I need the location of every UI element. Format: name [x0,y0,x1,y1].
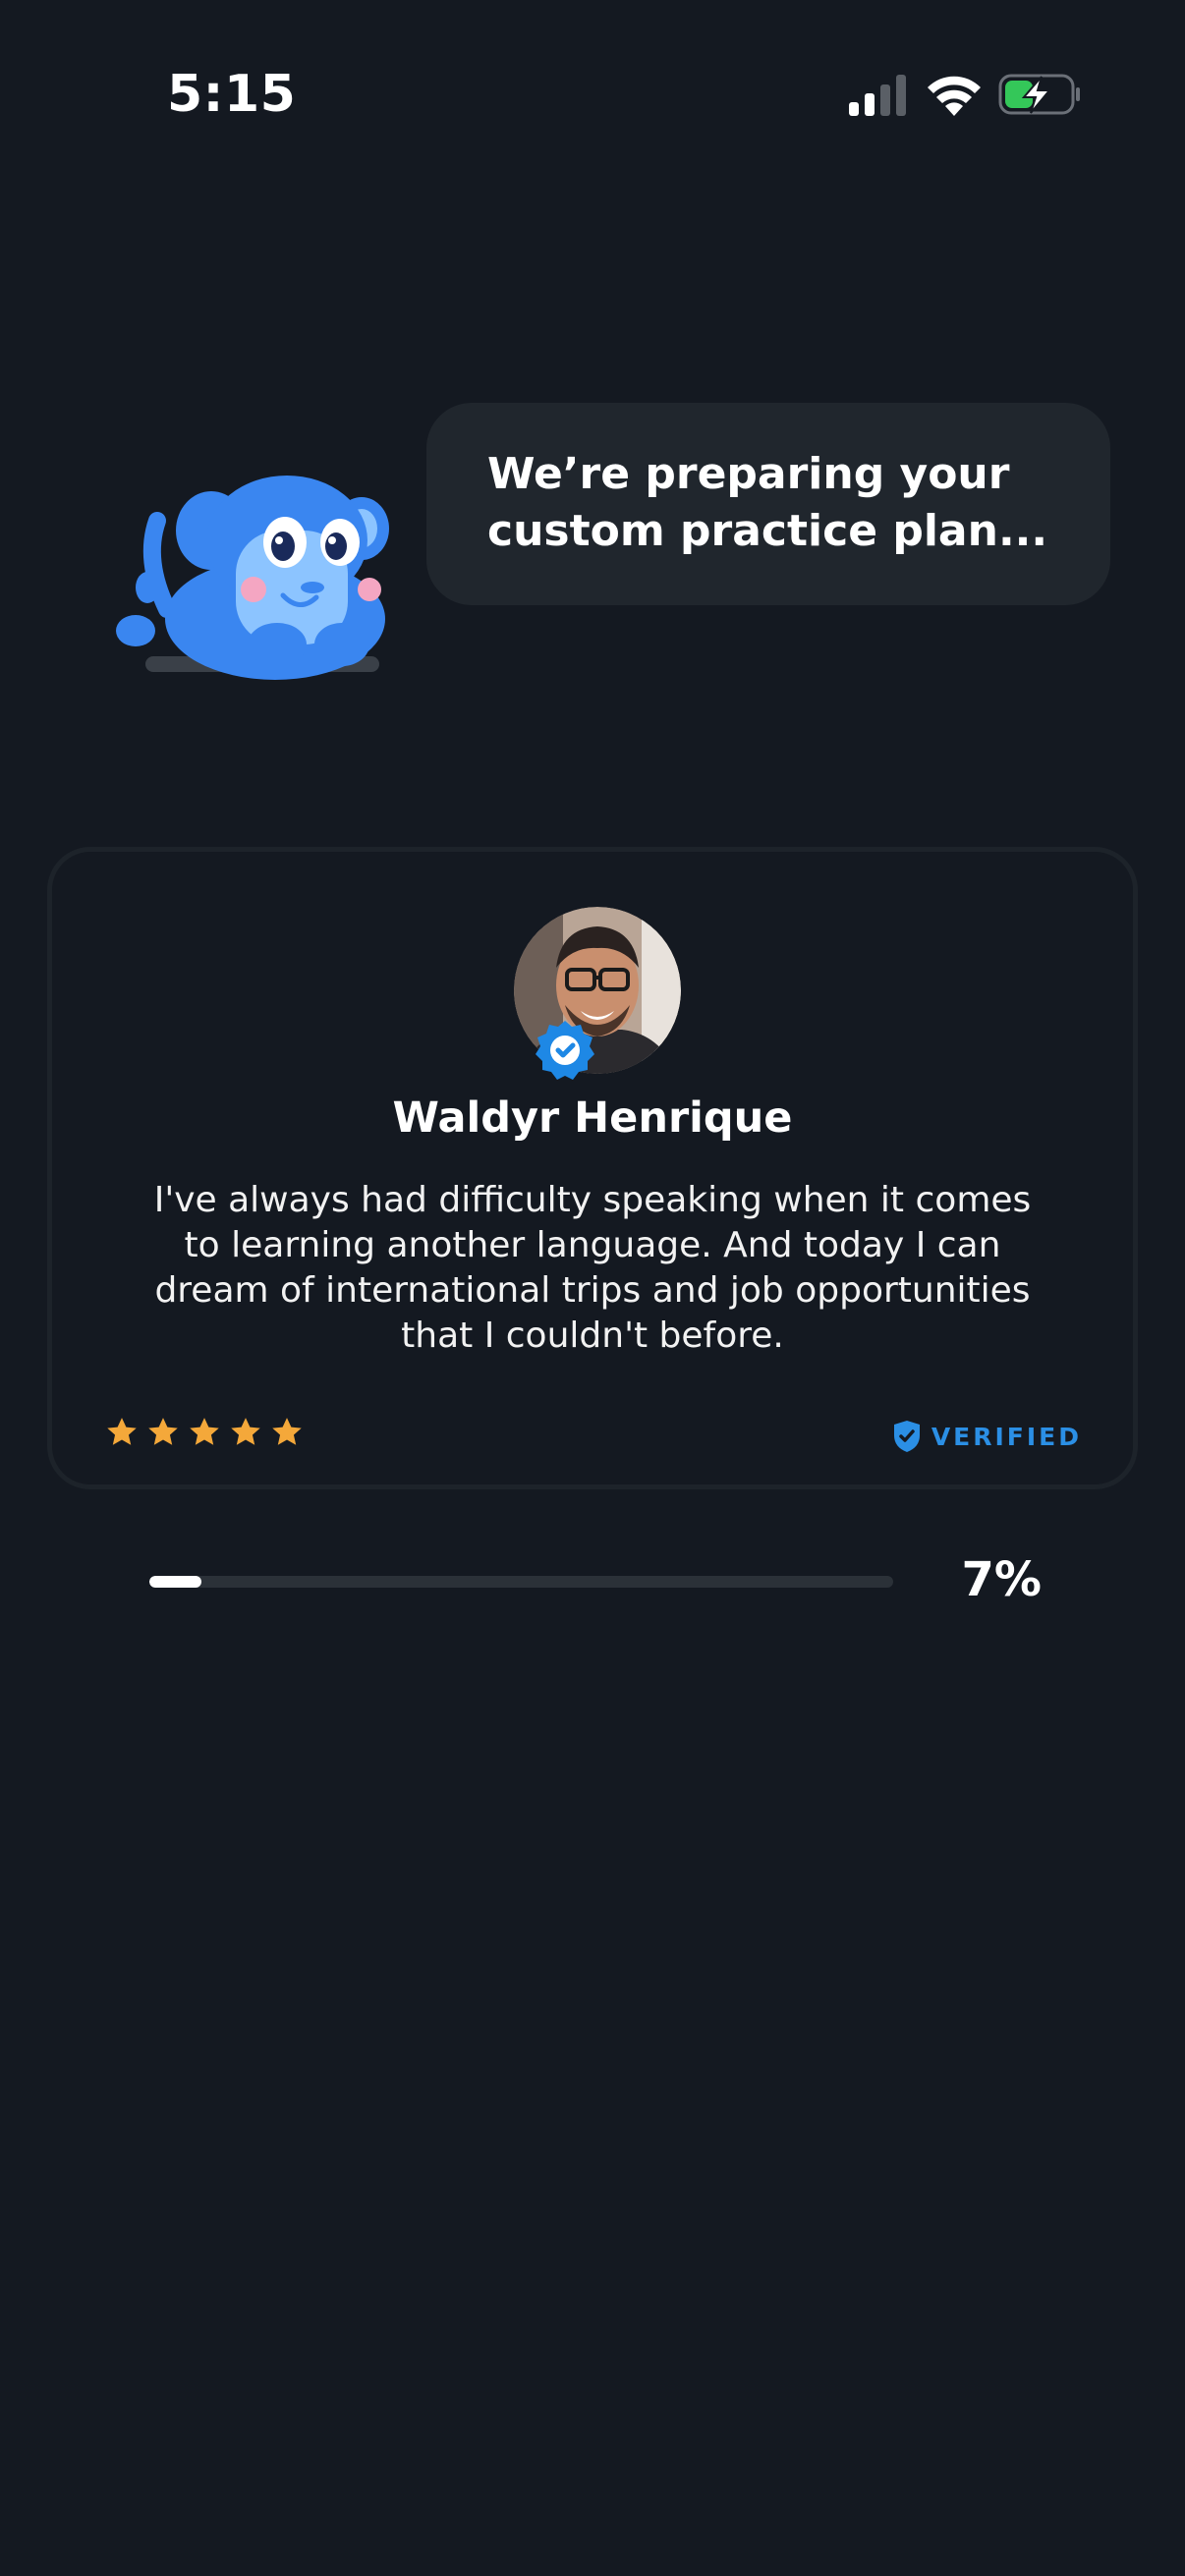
monkey-mascot-icon [116,476,389,680]
star-icon [272,1418,302,1445]
testimonial-quote: I've always had difficulty speaking when… [153,1180,1032,1356]
verified-text: VERIFIED [931,1422,1082,1451]
star-icon [190,1418,219,1445]
status-time: 5:15 [167,65,297,124]
reviewer-name: Waldyr Henrique [392,1093,793,1143]
wifi-icon [928,76,981,116]
speech-bubble-text: We’re preparing your custom practice pla… [487,449,1048,556]
rating-stars [105,1416,304,1449]
status-bar: 5:15 [0,0,1185,196]
reviewer-avatar-wrap [514,907,681,1080]
cellular-signal-icon [849,75,906,116]
testimonial-card: Waldyr Henrique I've always had difficul… [47,847,1138,1489]
shield-check-icon [893,1421,920,1452]
progress-bar [149,1576,893,1588]
star-icon [107,1418,137,1445]
star-icon [148,1418,178,1445]
star-icon [231,1418,260,1445]
progress-bar-fill [149,1576,201,1588]
verified-label: VERIFIED [892,1420,1082,1453]
speech-bubble: We’re preparing your custom practice pla… [426,403,1110,605]
battery-charging-icon [998,74,1080,115]
verified-badge-icon [536,1021,594,1080]
progress-percent: 7% [961,1552,1043,1607]
